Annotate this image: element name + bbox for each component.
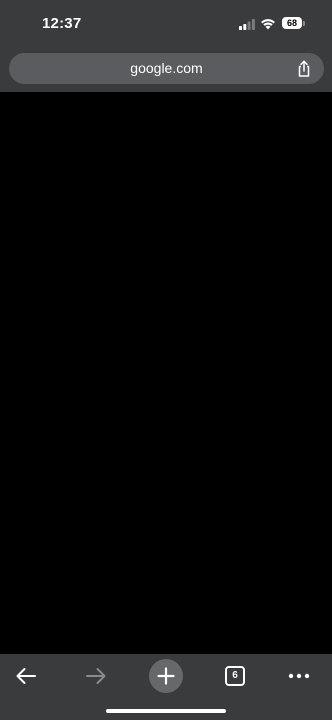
new-tab-button[interactable] bbox=[149, 659, 183, 693]
home-indicator[interactable] bbox=[106, 709, 226, 713]
web-content-area[interactable] bbox=[0, 92, 332, 654]
battery-level: 68 bbox=[282, 17, 302, 29]
status-bar: 12:37 68 bbox=[0, 0, 332, 46]
status-time: 12:37 bbox=[42, 15, 82, 32]
bottom-toolbar: 6 bbox=[0, 654, 332, 720]
battery-cap bbox=[303, 21, 305, 26]
plus-icon bbox=[157, 667, 175, 685]
cellular-signal-icon bbox=[239, 19, 255, 30]
tab-switcher-button[interactable]: 6 bbox=[217, 658, 253, 694]
top-chrome: 12:37 68 google.com bbox=[0, 0, 332, 92]
share-icon[interactable] bbox=[294, 59, 314, 79]
forward-button[interactable] bbox=[78, 658, 114, 694]
url-text[interactable]: google.com bbox=[9, 53, 324, 84]
more-dots-icon bbox=[288, 673, 310, 679]
back-button[interactable] bbox=[8, 658, 44, 694]
more-menu-button[interactable] bbox=[281, 658, 317, 694]
address-bar[interactable]: google.com bbox=[9, 53, 324, 84]
browser-screen: 12:37 68 google.com 6 bbox=[0, 0, 332, 720]
battery-icon: 68 bbox=[282, 17, 306, 30]
arrow-right-icon bbox=[86, 668, 106, 684]
tab-count: 6 bbox=[225, 666, 245, 686]
arrow-left-icon bbox=[16, 668, 36, 684]
wifi-icon bbox=[261, 19, 275, 30]
